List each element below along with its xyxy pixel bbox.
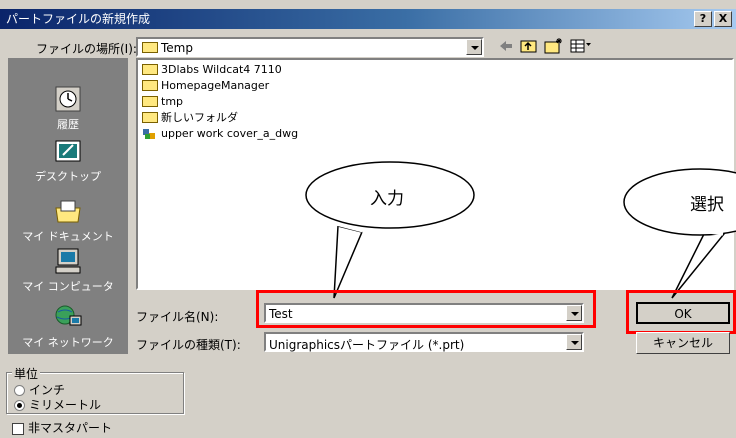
radio-label: ミリメートル — [29, 398, 102, 412]
up-folder-icon[interactable] — [520, 38, 538, 54]
cancel-button[interactable]: キャンセル — [636, 332, 730, 354]
list-item[interactable]: upper work cover_a_dwg — [142, 126, 298, 142]
radio-button[interactable] — [14, 385, 25, 396]
list-item[interactable]: HomepageManager — [142, 78, 269, 94]
my-network-icon — [55, 305, 82, 326]
filename-label: ファイル名(N): — [136, 310, 219, 324]
back-icon[interactable] — [498, 39, 514, 53]
file-name: tmp — [161, 95, 184, 108]
place-history[interactable]: 履歴 — [8, 84, 128, 132]
place-my-network[interactable]: マイ ネットワーク — [8, 302, 128, 350]
close-button[interactable]: X — [714, 11, 732, 27]
chevron-down-icon[interactable] — [566, 334, 582, 350]
folder-icon — [142, 95, 158, 107]
places-bar: 履歴 デスクトップ マイ ドキュメント マイ コンピュータ マイ ネットワーク — [8, 58, 128, 354]
file-name: 新しいフォルダ — [161, 111, 238, 124]
units-label: 単位 — [12, 365, 41, 382]
place-label: マイ ネットワーク — [22, 336, 114, 349]
list-item[interactable]: 新しいフォルダ — [142, 110, 238, 126]
view-menu-icon[interactable] — [570, 38, 592, 54]
chevron-down-icon[interactable] — [566, 305, 582, 321]
checkbox-label: 非マスタパート — [28, 421, 113, 435]
radio-millimeter[interactable]: ミリメートル — [14, 396, 101, 413]
place-label: デスクトップ — [35, 170, 101, 183]
place-label: マイ コンピュータ — [22, 280, 114, 293]
place-my-documents[interactable]: マイ ドキュメント — [8, 196, 128, 244]
folder-icon — [142, 42, 158, 53]
desktop-icon — [55, 140, 81, 162]
filename-input[interactable]: Test — [264, 303, 584, 323]
filetype-value: Unigraphicsパートファイル (*.prt) — [269, 338, 465, 352]
file-name: HomepageManager — [161, 79, 270, 92]
dialog-title: パートファイルの新規作成 — [6, 12, 151, 26]
my-computer-icon — [55, 248, 81, 274]
list-item[interactable]: 3Dlabs Wildcat4 7110 — [142, 62, 282, 78]
part-file-icon — [143, 129, 155, 139]
chevron-down-icon[interactable] — [466, 39, 482, 55]
background-window-strip — [0, 0, 736, 9]
radio-label: インチ — [29, 383, 66, 397]
list-item[interactable]: tmp — [142, 94, 183, 110]
radio-button-selected[interactable] — [14, 400, 25, 411]
file-name: 3Dlabs Wildcat4 7110 — [161, 63, 282, 76]
place-label: マイ ドキュメント — [22, 230, 114, 243]
location-value: Temp — [161, 41, 193, 55]
folder-icon — [142, 111, 158, 123]
place-desktop[interactable]: デスクトップ — [8, 136, 128, 184]
filename-value: Test — [269, 307, 293, 321]
input-callout-bubble — [305, 161, 475, 299]
dialog-titlebar: パートファイルの新規作成 ? X — [0, 9, 736, 29]
filetype-label: ファイルの種類(T): — [136, 338, 241, 352]
filetype-dropdown[interactable]: Unigraphicsパートファイル (*.prt) — [264, 332, 584, 352]
help-button[interactable]: ? — [694, 11, 712, 27]
folder-icon — [142, 63, 158, 75]
select-callout-text: 選択 — [690, 195, 724, 215]
history-icon — [55, 86, 81, 112]
input-callout-text: 入力 — [370, 189, 404, 209]
location-label: ファイルの場所(I): — [36, 42, 137, 56]
nonmaster-checkbox[interactable]: 非マスタパート — [12, 419, 112, 436]
new-folder-icon[interactable] — [544, 37, 564, 55]
place-label: 履歴 — [57, 118, 79, 131]
location-dropdown[interactable]: Temp — [136, 37, 484, 57]
folder-icon — [142, 79, 158, 91]
file-name: upper work cover_a_dwg — [161, 127, 299, 140]
checkbox[interactable] — [12, 422, 24, 435]
my-documents-icon — [55, 200, 81, 223]
place-my-computer[interactable]: マイ コンピュータ — [8, 246, 128, 294]
ok-button[interactable]: OK — [636, 302, 730, 324]
